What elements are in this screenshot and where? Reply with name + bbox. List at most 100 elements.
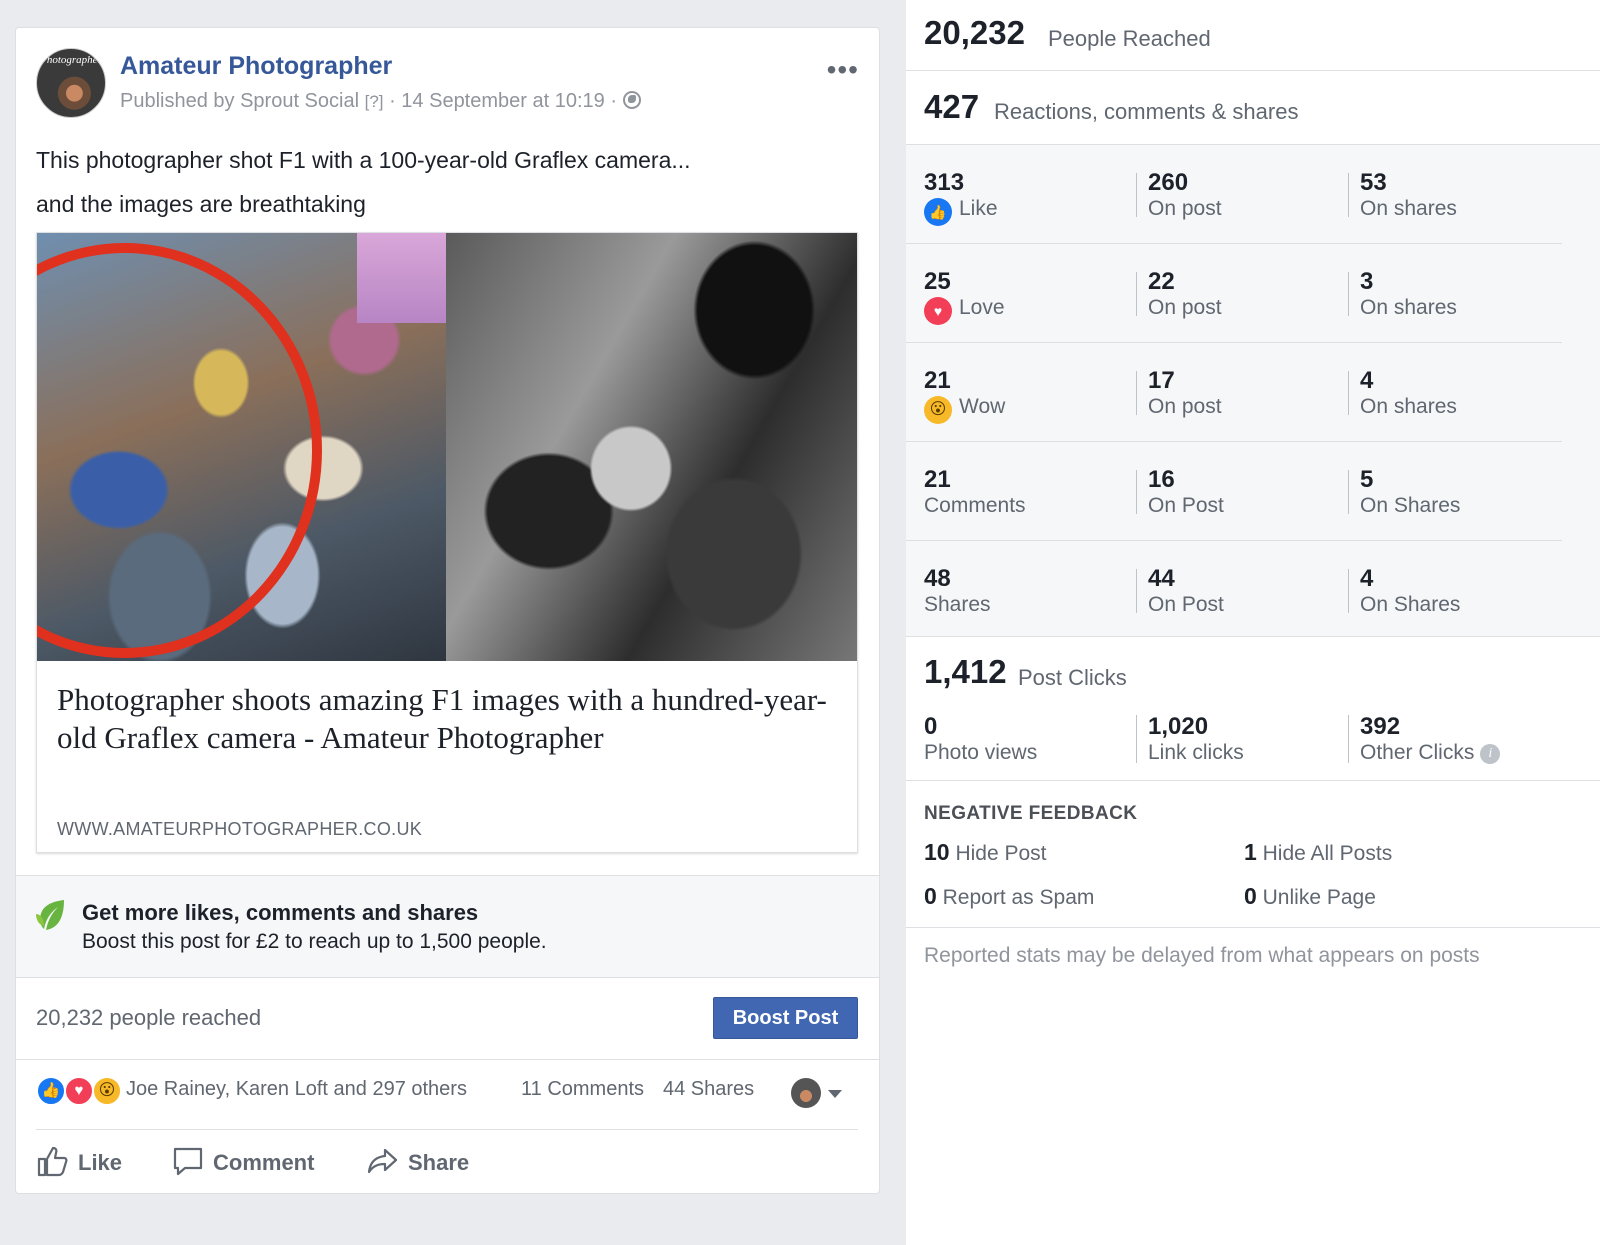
post-clicks-value: 1,412 bbox=[924, 653, 1007, 690]
on-shares-value: 53 bbox=[1360, 169, 1387, 196]
on-post-value: 260 bbox=[1148, 169, 1189, 196]
engagement-summary: 427 Reactions, comments & shares bbox=[906, 71, 1600, 145]
reaction-icons[interactable]: 👍 ♥ 😮 bbox=[36, 1076, 126, 1106]
comments-row: 21 Comments 16 On Post 5 On Shares bbox=[906, 442, 1562, 541]
on-shares-value: 4 bbox=[1360, 565, 1374, 592]
published-by: Published by Sprout Social bbox=[120, 90, 360, 112]
report-spam-stat: 0 Report as Spam bbox=[924, 883, 1095, 909]
ellipsis-icon[interactable]: ••• bbox=[827, 56, 859, 84]
post-header: Photographer Amateur Photographer Publis… bbox=[36, 48, 859, 120]
boost-post-button[interactable]: Boost Post bbox=[713, 997, 858, 1039]
stats-footnote: Reported stats may be delayed from what … bbox=[924, 944, 1480, 967]
share-button[interactable]: Share bbox=[366, 1142, 496, 1182]
comments-count-link[interactable]: 11 Comments bbox=[521, 1078, 644, 1101]
other-clicks-label: Other Clicks bbox=[1360, 741, 1475, 764]
comment-button[interactable]: Comment bbox=[171, 1142, 341, 1182]
like-reaction-icon: 👍 bbox=[36, 1076, 66, 1106]
share-icon bbox=[367, 1148, 398, 1174]
like-button[interactable]: Like bbox=[36, 1142, 136, 1182]
red-highlight-circle bbox=[37, 243, 322, 658]
on-shares-label: On shares bbox=[1360, 197, 1457, 220]
love-reaction-icon: ♥ bbox=[64, 1076, 94, 1106]
shares-total: 48 bbox=[924, 565, 951, 592]
like-label: Like bbox=[78, 1150, 123, 1175]
boost-promo: Get more likes, comments and shares Boos… bbox=[16, 875, 879, 978]
link-preview[interactable]: Photographer shoots amazing F1 images wi… bbox=[36, 232, 858, 853]
comments-total: 21 bbox=[924, 466, 951, 493]
like-reaction-icon: 👍 bbox=[924, 198, 952, 226]
shares-row: 48 Shares 44 On Post 4 On Shares bbox=[906, 541, 1562, 640]
post-clicks-label: Post Clicks bbox=[1018, 665, 1127, 690]
boost-promo-subtitle: Boost this post for £2 to reach up to 1,… bbox=[82, 930, 547, 953]
post-card: Photographer Amateur Photographer Publis… bbox=[15, 27, 880, 1194]
page-name-link[interactable]: Amateur Photographer bbox=[120, 52, 392, 81]
on-post-label: On post bbox=[1148, 296, 1222, 319]
people-reached-value: 20,232 bbox=[924, 14, 1025, 51]
on-post-label: On Post bbox=[1148, 593, 1224, 616]
shares-count-link[interactable]: 44 Shares bbox=[663, 1078, 754, 1101]
reaction-row-wow: 21 😮 Wow 17 On post 4 On shares bbox=[906, 343, 1562, 442]
photo-views-label: Photo views bbox=[924, 741, 1038, 764]
page-avatar[interactable]: Photographer bbox=[36, 48, 106, 118]
on-shares-value: 5 bbox=[1360, 466, 1374, 493]
on-shares-label: On Shares bbox=[1360, 494, 1461, 517]
reaction-row-like: 313 👍 Like 260 On post 53 On shares bbox=[906, 145, 1562, 244]
clicks-breakdown: 0 Photo views 1,020 Link clicks 392 Othe… bbox=[906, 711, 1562, 781]
people-reached-link[interactable]: 20,232 people reached bbox=[36, 1005, 261, 1031]
on-shares-value: 3 bbox=[1360, 268, 1374, 295]
on-shares-label: On shares bbox=[1360, 395, 1457, 418]
other-clicks-value: 392 bbox=[1360, 713, 1401, 740]
on-post-value: 17 bbox=[1148, 367, 1175, 394]
reaction-row-love: 25 ♥ Love 22 On post 3 On shares bbox=[906, 244, 1562, 343]
share-label: Share bbox=[408, 1150, 470, 1175]
post-date-link[interactable]: 14 September at 10:19 bbox=[401, 90, 604, 112]
wow-reaction-icon: 😮 bbox=[92, 1076, 122, 1106]
post-message: This photographer shot F1 with a 100-yea… bbox=[36, 138, 856, 226]
link-domain: WWW.AMATEURPHOTOGRAPHER.CO.UK bbox=[57, 819, 423, 839]
reaction-label: Wow bbox=[959, 395, 1006, 418]
image-banner bbox=[357, 233, 447, 323]
link-preview-image[interactable] bbox=[37, 233, 857, 661]
reaction-label: Love bbox=[959, 296, 1005, 319]
on-post-label: On post bbox=[1148, 197, 1222, 220]
thumbs-up-icon bbox=[37, 1146, 68, 1177]
on-shares-value: 4 bbox=[1360, 367, 1374, 394]
caret-down-icon[interactable] bbox=[828, 1090, 842, 1098]
photographers-crowd-image bbox=[37, 233, 447, 661]
hide-all-posts-stat: 1 Hide All Posts bbox=[1244, 839, 1393, 865]
post-actions: Like Comment Share bbox=[36, 1130, 858, 1193]
link-title[interactable]: Photographer shoots amazing F1 images wi… bbox=[57, 681, 837, 757]
reaction-label: Like bbox=[959, 197, 998, 220]
f1-car-image bbox=[446, 233, 857, 661]
reach-row: 20,232 people reached Boost Post bbox=[16, 978, 879, 1060]
reactions-breakdown: 313 👍 Like 260 On post 53 On shares 25 ♥… bbox=[906, 145, 1600, 637]
link-clicks-value: 1,020 bbox=[1148, 713, 1209, 740]
people-reached-label: People Reached bbox=[1048, 26, 1211, 51]
on-post-value: 16 bbox=[1148, 466, 1175, 493]
on-post-value: 44 bbox=[1148, 565, 1175, 592]
post-meta: Published by Sprout Social [?] · 14 Sept… bbox=[120, 90, 641, 113]
on-shares-label: On Shares bbox=[1360, 593, 1461, 616]
on-post-label: On post bbox=[1148, 395, 1222, 418]
on-shares-label: On shares bbox=[1360, 296, 1457, 319]
hide-post-stat: 10 Hide Post bbox=[924, 839, 1047, 865]
on-post-value: 22 bbox=[1148, 268, 1175, 295]
reactors-link[interactable]: Joe Rainey, Karen Loft and 297 others bbox=[126, 1078, 467, 1101]
shares-label: Shares bbox=[924, 593, 991, 616]
post-message-line: This photographer shot F1 with a 100-yea… bbox=[36, 147, 691, 173]
reaction-total: 25 bbox=[924, 268, 951, 295]
negative-feedback-section: NEGATIVE FEEDBACK 10 Hide Post 1 Hide Al… bbox=[906, 781, 1600, 928]
boost-promo-title: Get more likes, comments and shares bbox=[82, 900, 479, 925]
comment-label: Comment bbox=[213, 1150, 315, 1175]
info-icon[interactable]: i bbox=[1480, 744, 1501, 764]
engagement-value: 427 bbox=[924, 88, 980, 125]
help-link[interactable]: [?] bbox=[365, 92, 384, 111]
other-clicks-label-wrap: Other Clicks i bbox=[1360, 741, 1501, 765]
avatar-logo-text: Photographer bbox=[40, 54, 102, 66]
love-reaction-icon: ♥ bbox=[924, 297, 952, 325]
wow-reaction-icon: 😮 bbox=[924, 396, 952, 424]
globe-icon bbox=[622, 91, 641, 109]
viewer-avatar[interactable] bbox=[791, 1078, 821, 1108]
social-summary: 👍 ♥ 😮 Joe Rainey, Karen Loft and 297 oth… bbox=[36, 1060, 858, 1130]
link-clicks-label: Link clicks bbox=[1148, 741, 1244, 764]
